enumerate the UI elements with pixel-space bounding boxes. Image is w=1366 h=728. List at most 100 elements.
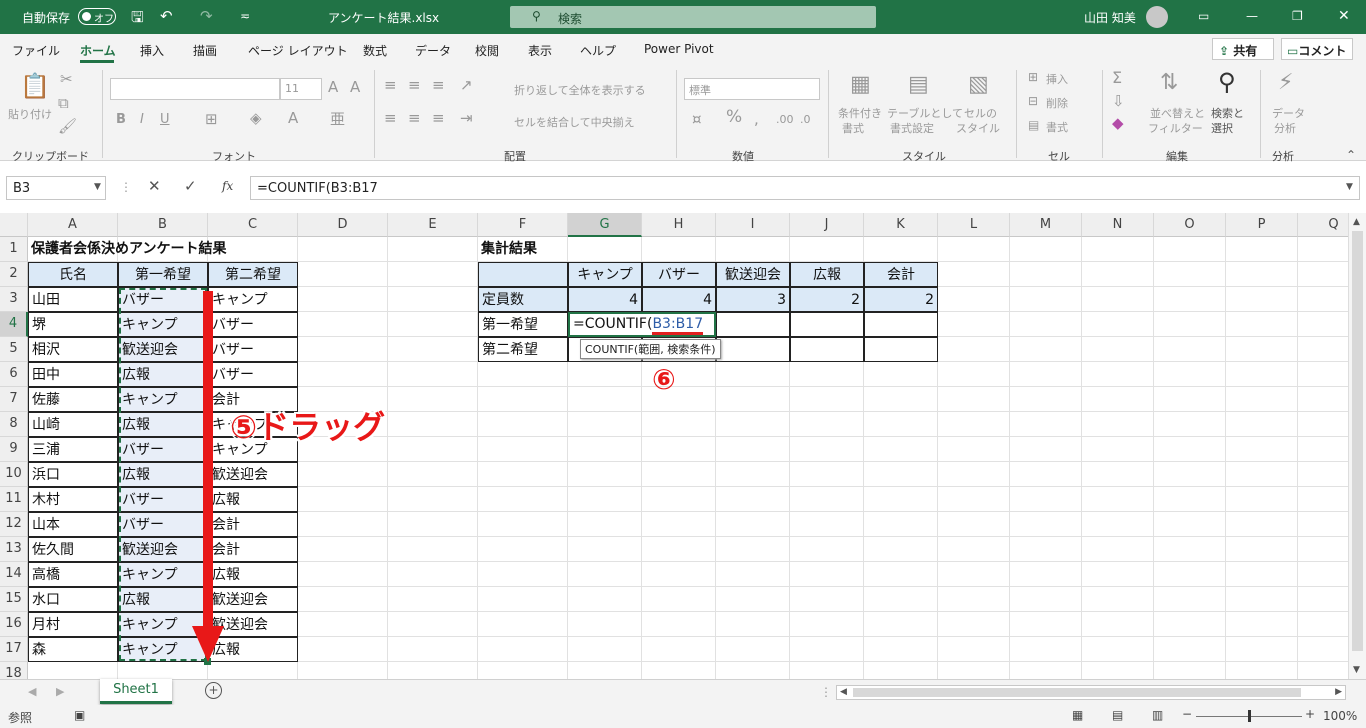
autosave-toggle[interactable]: オフ [78,8,116,25]
active-cell-editor[interactable]: =COUNTIF(B3:B17 [568,312,716,337]
clear-icon[interactable]: ◆ [1112,116,1124,131]
table-cell[interactable]: 水口 [28,587,118,612]
align-bottom-icon[interactable]: ≡ [432,78,445,93]
bold-button[interactable]: B [116,112,126,127]
tab-page-layout[interactable]: ページ レイアウト [248,42,348,59]
analyze-data-label-2[interactable]: 分析 [1274,120,1296,136]
table-cell[interactable]: 堺 [28,312,118,337]
macro-record-icon[interactable]: ▣ [74,708,85,722]
column-header-h[interactable]: H [642,213,716,237]
insert-function-button[interactable]: fx [222,179,233,193]
column-header-n[interactable]: N [1082,213,1154,237]
page-layout-view-icon[interactable]: ▤ [1112,708,1123,722]
scroll-prev-sheet-icon[interactable]: ◀ [28,685,36,698]
fill-icon[interactable]: ⇩ [1112,94,1125,109]
table-title[interactable]: 保護者会係決めアンケート結果 [28,237,268,262]
row-header-10[interactable]: 10 [0,462,28,487]
table-header[interactable]: 氏名 [28,262,118,287]
row-header-4[interactable]: 4 [0,312,28,337]
merge-center-button[interactable]: セルを結合して中央揃え [514,114,635,130]
align-left-icon[interactable]: ≡ [384,111,397,126]
table-cell[interactable]: 広報 [208,487,298,512]
close-icon[interactable]: ✕ [1338,8,1350,24]
table-cell[interactable]: 山本 [28,512,118,537]
table-cell[interactable]: 歓送迎会 [208,462,298,487]
restore-icon[interactable]: ❐ [1292,9,1303,23]
comma-icon[interactable]: , [754,112,759,127]
orientation-icon[interactable]: ↗ [460,78,473,93]
align-middle-icon[interactable]: ≡ [408,78,421,93]
delete-cells-label[interactable]: 削除 [1046,95,1068,111]
summary-corner-cell[interactable] [478,262,568,287]
table-cell[interactable]: バザー [208,337,298,362]
tab-home[interactable]: ホーム [80,42,116,59]
summary-header[interactable]: キャンプ [568,262,642,287]
summary-cell[interactable]: 4 [642,287,716,312]
summary-title[interactable]: 集計結果 [478,237,588,262]
align-center-icon[interactable]: ≡ [408,111,421,126]
summary-header[interactable]: 歓送迎会 [716,262,790,287]
cell-styles-label-1[interactable]: セルの [964,105,997,121]
number-format-select[interactable]: 標準 [684,78,820,100]
column-header-o[interactable]: O [1154,213,1226,237]
table-cell[interactable]: バザー [208,362,298,387]
tab-insert[interactable]: 挿入 [140,42,164,59]
save-icon[interactable]: 🖫 [131,7,144,32]
cond-format-label-2[interactable]: 書式 [842,120,864,136]
row-header-16[interactable]: 16 [0,612,28,637]
table-cell[interactable]: 山田 [28,287,118,312]
table-cell[interactable]: 会計 [208,512,298,537]
summary-header[interactable]: バザー [642,262,716,287]
analyze-data-label-1[interactable]: データ [1272,105,1305,121]
fill-color-icon[interactable]: ◈ [250,111,262,126]
scrollbar-thumb[interactable] [853,688,1301,697]
enter-icon[interactable]: ✓ [184,177,197,195]
row-header-13[interactable]: 13 [0,537,28,562]
redo-icon[interactable]: ↷ [200,7,213,25]
format-painter-icon[interactable]: 🖌 [58,119,77,134]
tab-power-pivot[interactable]: Power Pivot [644,42,714,56]
row-header-9[interactable]: 9 [0,437,28,462]
delete-cells-icon[interactable]: ⊟ [1028,94,1038,109]
scroll-left-icon[interactable]: ◀ [840,687,847,697]
row-header-1[interactable]: 1 [0,237,28,262]
column-header-d[interactable]: D [298,213,388,237]
align-right-icon[interactable]: ≡ [432,111,445,126]
table-header[interactable]: 第一希望 [118,262,208,287]
column-header-q[interactable]: Q [1298,213,1348,237]
summary-cell[interactable]: 4 [568,287,642,312]
copy-icon[interactable]: ⧉ [58,96,69,111]
tab-view[interactable]: 表示 [528,42,552,59]
tab-formulas[interactable]: 数式 [363,42,387,59]
column-header-e[interactable]: E [388,213,478,237]
tab-draw[interactable]: 描画 [193,42,217,59]
column-header-g[interactable]: G [568,213,642,237]
table-cell[interactable]: 森 [28,637,118,662]
summary-cell[interactable]: 2 [790,287,864,312]
format-table-label-2[interactable]: 書式設定 [890,120,934,136]
paste-label[interactable]: 貼り付け [8,106,52,122]
zoom-in-icon[interactable]: + [1305,707,1315,721]
summary-cell[interactable] [716,337,790,362]
zoom-out-icon[interactable]: − [1182,707,1192,721]
sheet-tab-sheet1[interactable]: Sheet1 [100,679,172,704]
phonetic-icon[interactable]: 亜 [330,112,345,127]
page-break-view-icon[interactable]: ▥ [1152,708,1163,722]
conditional-format-icon[interactable]: ▦ [850,74,871,96]
row-header-8[interactable]: 8 [0,412,28,437]
customize-qat-icon[interactable]: ≂ [240,9,250,23]
column-header-b[interactable]: B [118,213,208,237]
autosum-icon[interactable]: Σ [1112,70,1122,86]
find-select-label-1[interactable]: 検索と [1211,105,1244,121]
summary-cell[interactable] [790,337,864,362]
row-header-11[interactable]: 11 [0,487,28,512]
row-header-2[interactable]: 2 [0,262,28,287]
indent-icon[interactable]: ⇥ [460,111,473,126]
row-header-17[interactable]: 17 [0,637,28,662]
vscroll-thumb[interactable] [1352,231,1363,651]
font-name-select[interactable] [110,78,280,100]
table-cell[interactable]: 三浦 [28,437,118,462]
find-select-label-2[interactable]: 選択 [1211,120,1233,136]
column-header-m[interactable]: M [1010,213,1082,237]
table-cell[interactable]: 広報 [208,562,298,587]
